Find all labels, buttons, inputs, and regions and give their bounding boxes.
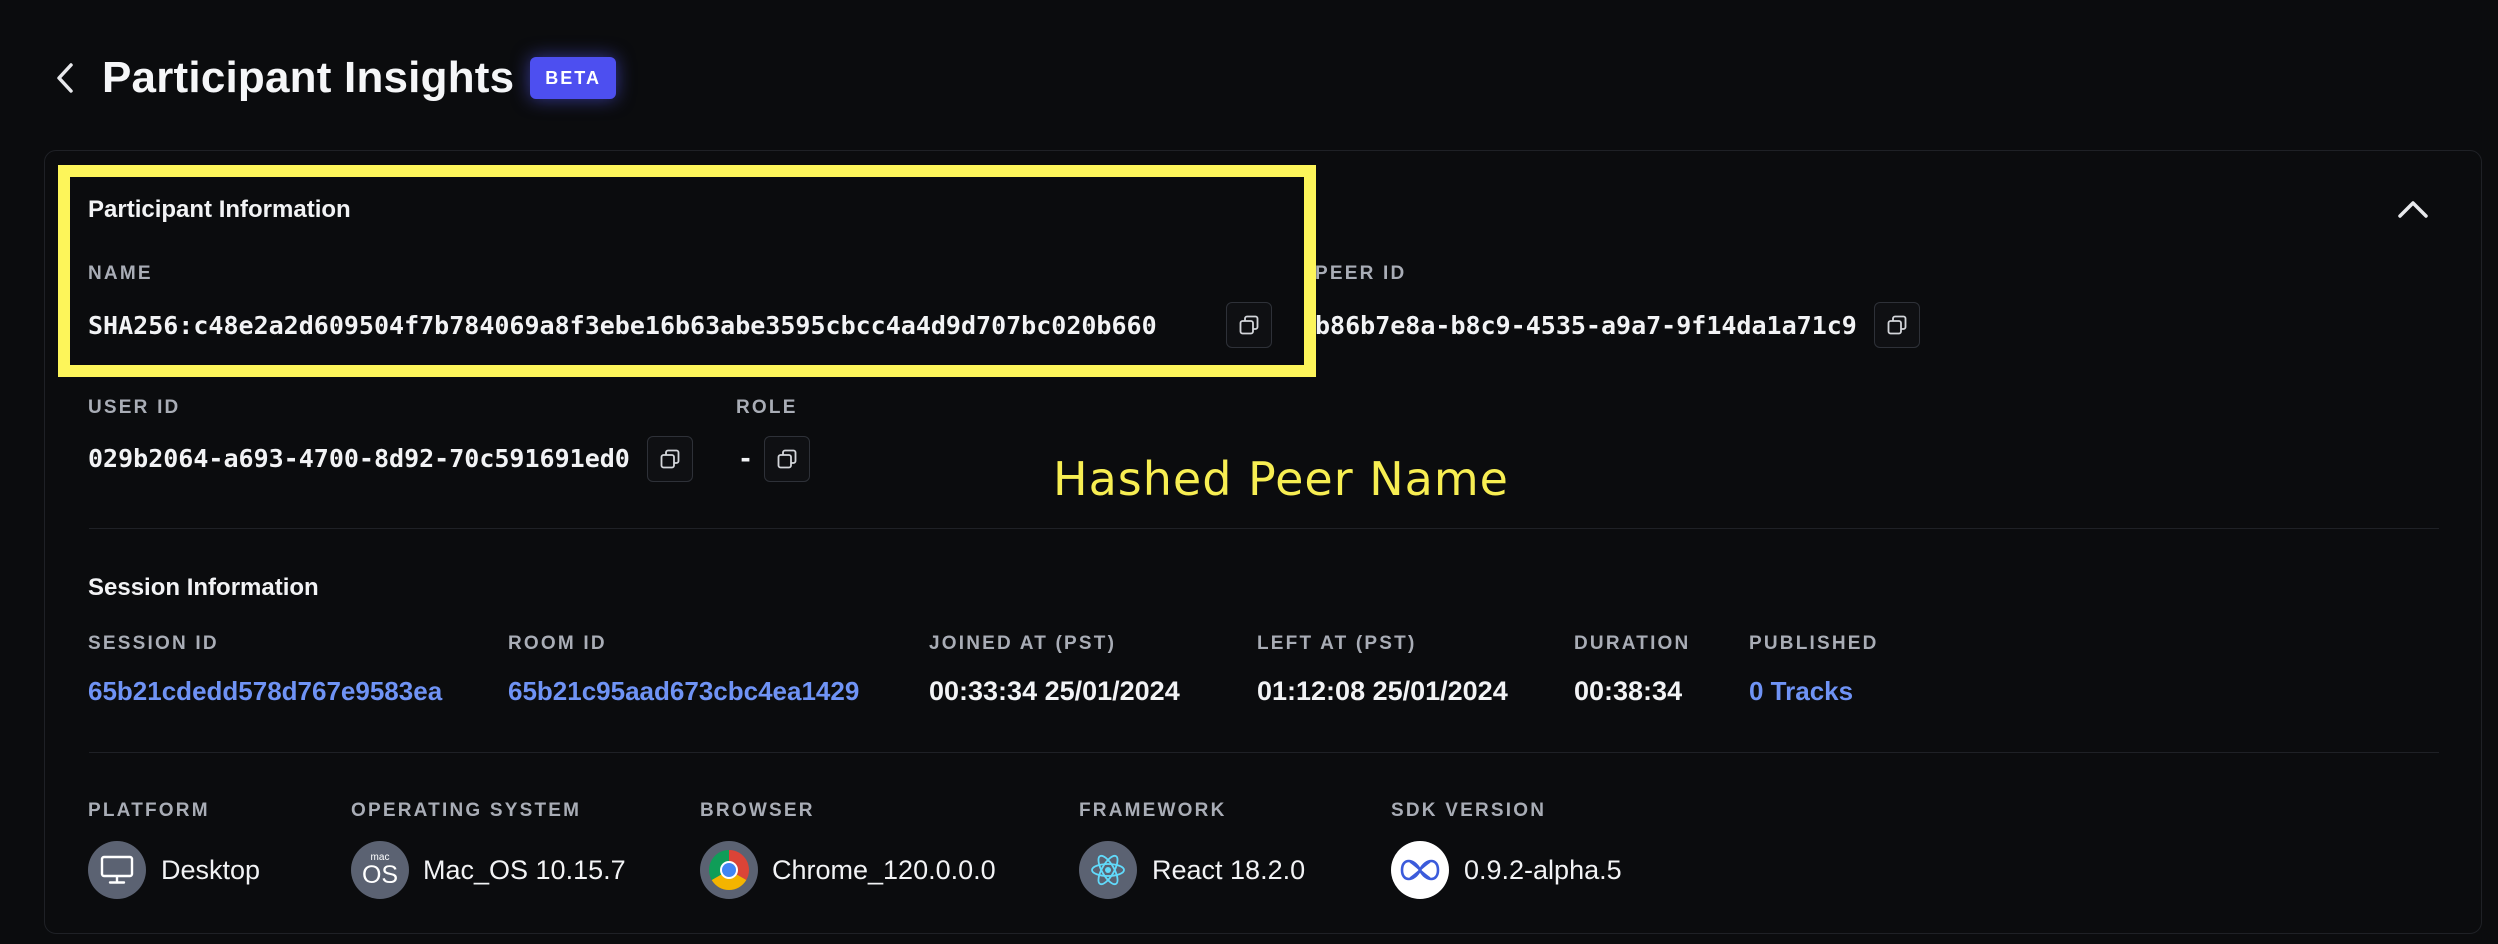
user-id-value: 029b2064-a693-4700-8d92-70c591691ed0	[88, 444, 630, 473]
framework-label: FRAMEWORK	[1079, 800, 1227, 821]
framework-value: React 18.2.0	[1152, 855, 1306, 885]
joined-at-label: JOINED AT (PST)	[929, 633, 1117, 654]
page-title: Participant Insights	[102, 53, 515, 102]
copy-icon	[1239, 315, 1259, 335]
chevron-up-icon	[2398, 201, 2428, 218]
participant-insights-page: Participant Insights BETA Participant In…	[0, 0, 2498, 944]
chrome-icon	[700, 841, 758, 899]
sdk-version-value: 0.9.2-alpha.5	[1464, 855, 1622, 885]
os-label: OPERATING SYSTEM	[351, 800, 582, 821]
copy-peer-id-button[interactable]	[1874, 302, 1920, 348]
sdk-version-label: SDK VERSION	[1391, 800, 1547, 821]
left-at-label: LEFT AT (PST)	[1257, 633, 1417, 654]
divider	[89, 752, 2439, 753]
platform-value: Desktop	[161, 855, 261, 885]
platform-icon	[88, 841, 146, 899]
session-id-label: SESSION ID	[88, 633, 219, 654]
os-value: Mac_OS 10.15.7	[423, 855, 626, 885]
annotation-label: Hashed Peer Name	[1053, 452, 1509, 506]
beta-badge: BETA	[530, 57, 616, 99]
collapse-button[interactable]	[2393, 189, 2433, 229]
page-header: Participant Insights BETA	[50, 48, 616, 108]
peer-id-value: b86b7e8a-b8c9-4535-a9a7-9f14da1a71c9	[1315, 311, 1857, 340]
copy-role-button[interactable]	[764, 436, 810, 482]
react-icon	[1079, 841, 1137, 899]
room-id-label: ROOM ID	[508, 633, 607, 654]
role-value: -	[738, 444, 754, 473]
duration-value: 00:38:34	[1574, 676, 1683, 706]
divider	[89, 528, 2439, 529]
copy-user-id-button[interactable]	[647, 436, 693, 482]
user-id-label: USER ID	[88, 397, 181, 418]
browser-label: BROWSER	[700, 800, 815, 821]
joined-at-value: 00:33:34 25/01/2024	[929, 676, 1180, 706]
macos-icon-letters: OS	[361, 861, 399, 889]
session-id-link[interactable]: 65b21cdedd578d767e9583ea	[88, 676, 442, 707]
published-tracks-link[interactable]: 0 Tracks	[1749, 676, 1853, 707]
copy-name-button[interactable]	[1226, 302, 1272, 348]
chrome-logo-icon	[709, 850, 749, 890]
macos-icon: mac OS	[351, 841, 409, 899]
name-value: SHA256:c48e2a2d609504f7b784069a8f3ebe16b…	[88, 311, 1157, 340]
sdk-icon	[1391, 841, 1449, 899]
role-label: ROLE	[736, 397, 798, 418]
browser-value: Chrome_120.0.0.0	[772, 855, 996, 885]
react-logo-icon	[1091, 854, 1125, 886]
participant-card: Participant Information NAME SHA256:c48e…	[44, 150, 2482, 934]
published-label: PUBLISHED	[1749, 633, 1879, 654]
duration-label: DURATION	[1574, 633, 1691, 654]
monitor-icon	[100, 855, 134, 884]
back-button[interactable]	[50, 58, 80, 98]
room-id-link[interactable]: 65b21c95aad673cbc4ea1429	[508, 676, 859, 707]
platform-label: PLATFORM	[88, 800, 210, 821]
copy-icon	[1887, 315, 1907, 335]
sdk-logo-icon	[1400, 859, 1440, 881]
chevron-left-icon	[57, 63, 73, 93]
participant-info-title: Participant Information	[88, 196, 351, 223]
copy-icon	[777, 449, 797, 469]
left-at-value: 01:12:08 25/01/2024	[1257, 676, 1508, 706]
session-info-title: Session Information	[88, 574, 319, 601]
name-label: NAME	[88, 263, 153, 284]
peer-id-label: PEER ID	[1315, 263, 1407, 284]
copy-icon	[660, 449, 680, 469]
